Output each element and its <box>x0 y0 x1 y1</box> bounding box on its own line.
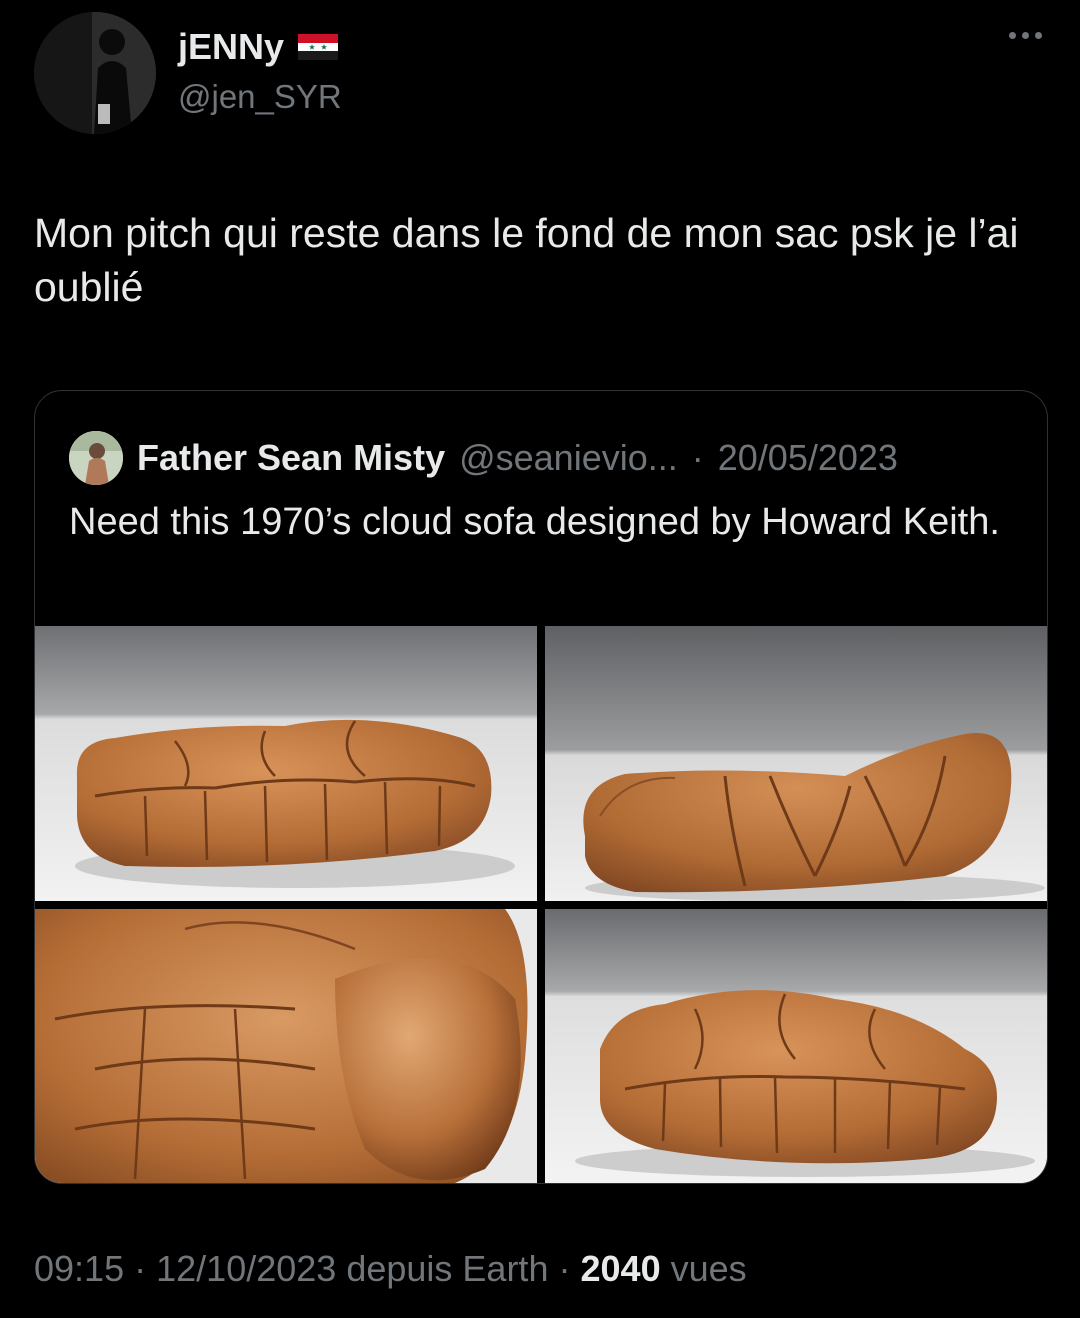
media-grid <box>35 626 1047 1183</box>
quoted-author-name[interactable]: Father Sean Misty <box>137 437 445 479</box>
tweet-source: depuis Earth <box>346 1248 549 1289</box>
quoted-tweet-text: Need this 1970’s cloud sofa designed by … <box>69 501 1000 543</box>
syria-flag-icon <box>298 34 339 60</box>
media-image-4[interactable] <box>545 909 1047 1183</box>
quoted-author-handle[interactable]: @seanievio... <box>459 437 678 479</box>
quoted-author-avatar[interactable] <box>69 431 123 485</box>
quoted-tweet-header: Father Sean Misty @seanievio... · 20/05/… <box>69 431 898 485</box>
tweet-metadata: 09:15 · 12/10/2023 depuis Earth · 2040 v… <box>34 1248 747 1290</box>
tweet-text: Mon pitch qui reste dans le fond de mon … <box>34 210 1019 310</box>
tweet-time[interactable]: 09:15 <box>34 1248 124 1289</box>
media-image-2[interactable] <box>545 626 1047 901</box>
separator-dot: · <box>558 1248 571 1289</box>
media-image-3[interactable] <box>35 909 537 1183</box>
media-image-1[interactable] <box>35 626 537 901</box>
views-label: vues <box>670 1248 747 1289</box>
view-count[interactable]: 2040 <box>581 1248 661 1289</box>
tweet-date[interactable]: 12/10/2023 <box>156 1248 336 1289</box>
quoted-tweet-card[interactable]: Father Sean Misty @seanievio... · 20/05/… <box>34 390 1048 1184</box>
author-name[interactable]: jENNy <box>178 26 284 68</box>
separator-dot: · <box>691 437 704 478</box>
author-name-row[interactable]: jENNy <box>178 26 339 68</box>
author-handle[interactable]: @jen_SYR <box>178 78 342 116</box>
more-options-icon[interactable] <box>1009 32 1042 39</box>
author-avatar[interactable] <box>34 12 156 134</box>
quoted-date[interactable]: 20/05/2023 <box>718 437 898 479</box>
separator-dot: · <box>134 1248 147 1289</box>
